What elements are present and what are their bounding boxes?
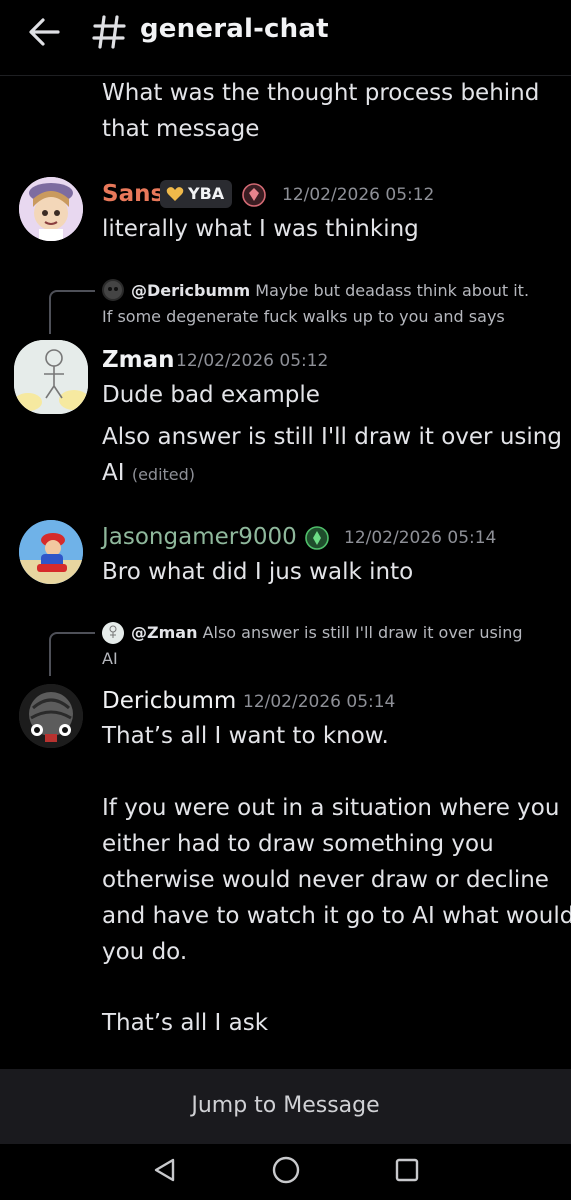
reply-content-continued: AI (102, 649, 118, 668)
hashtag-icon (92, 15, 126, 49)
avatar-image (19, 520, 83, 584)
reply-avatar (102, 622, 124, 644)
circle-home-icon[interactable] (271, 1155, 301, 1185)
jump-to-message-button[interactable]: Jump to Message (0, 1069, 571, 1144)
heart-icon (166, 187, 184, 201)
triangle-back-icon[interactable] (151, 1156, 179, 1184)
username[interactable]: Zman (102, 347, 175, 373)
message-text: otherwise would never draw or decline (102, 867, 549, 893)
message-text: AI (edited) (102, 455, 195, 493)
reply-avatar (102, 279, 124, 301)
gem-icon[interactable] (242, 183, 266, 207)
edited-label: (edited) (131, 465, 196, 484)
channel-header: general-chat (0, 0, 571, 76)
message-text: that message (102, 116, 260, 142)
reply-content: Also answer is still I'll draw it over u… (202, 623, 523, 642)
message-text: literally what I was thinking (102, 216, 419, 242)
leaf-icon[interactable] (305, 526, 329, 550)
jump-to-message-label: Jump to Message (191, 1093, 380, 1118)
avatar[interactable] (19, 520, 83, 584)
reply-connector (49, 290, 95, 334)
timestamp: 12/02/2026 05:12 (282, 185, 435, 205)
message-text: Bro what did I jus walk into (102, 559, 414, 585)
guild-tag[interactable]: YBA (160, 180, 232, 208)
channel-title: general-chat (140, 14, 329, 44)
system-navigation-bar (0, 1144, 571, 1200)
username[interactable]: Jasongamer9000 (102, 524, 297, 550)
message-text: What was the thought process behind (102, 80, 540, 106)
avatar-image (14, 340, 88, 414)
reply-preview[interactable]: @Dericbumm Maybe but deadass think about… (131, 281, 529, 300)
reply-preview[interactable]: @Zman Also answer is still I'll draw it … (131, 623, 523, 642)
message-text: That’s all I want to know. (102, 723, 389, 749)
message-text: If you were out in a situation where you (102, 795, 560, 821)
reply-username: @Dericbumm (131, 281, 251, 300)
avatar-image (19, 684, 83, 748)
message-text: you do. (102, 939, 188, 965)
square-recents-icon[interactable] (394, 1157, 420, 1183)
reply-connector (49, 632, 95, 676)
username[interactable]: Dericbumm (102, 688, 236, 714)
avatar[interactable] (19, 177, 83, 241)
message-text: Dude bad example (102, 382, 320, 408)
username[interactable]: Sans (102, 181, 164, 207)
timestamp: 12/02/2026 05:14 (243, 692, 396, 712)
timestamp: 12/02/2026 05:12 (176, 351, 329, 371)
message-text-fragment: AI (102, 460, 125, 486)
back-arrow-icon[interactable] (26, 15, 62, 49)
message-text: That’s all I ask (102, 1010, 269, 1036)
reply-username: @Zman (131, 623, 198, 642)
message-text: and have to watch it go to AI what would (102, 903, 571, 929)
guild-tag-label: YBA (188, 184, 225, 203)
message-text: either had to draw something you (102, 831, 494, 857)
avatar-image (19, 177, 83, 241)
avatar[interactable] (14, 340, 88, 414)
message-text: Also answer is still I'll draw it over u… (102, 424, 562, 450)
timestamp: 12/02/2026 05:14 (344, 528, 497, 548)
avatar[interactable] (19, 684, 83, 748)
reply-content-continued: If some degenerate fuck walks up to you … (102, 307, 505, 326)
reply-content: Maybe but deadass think about it. (255, 281, 530, 300)
